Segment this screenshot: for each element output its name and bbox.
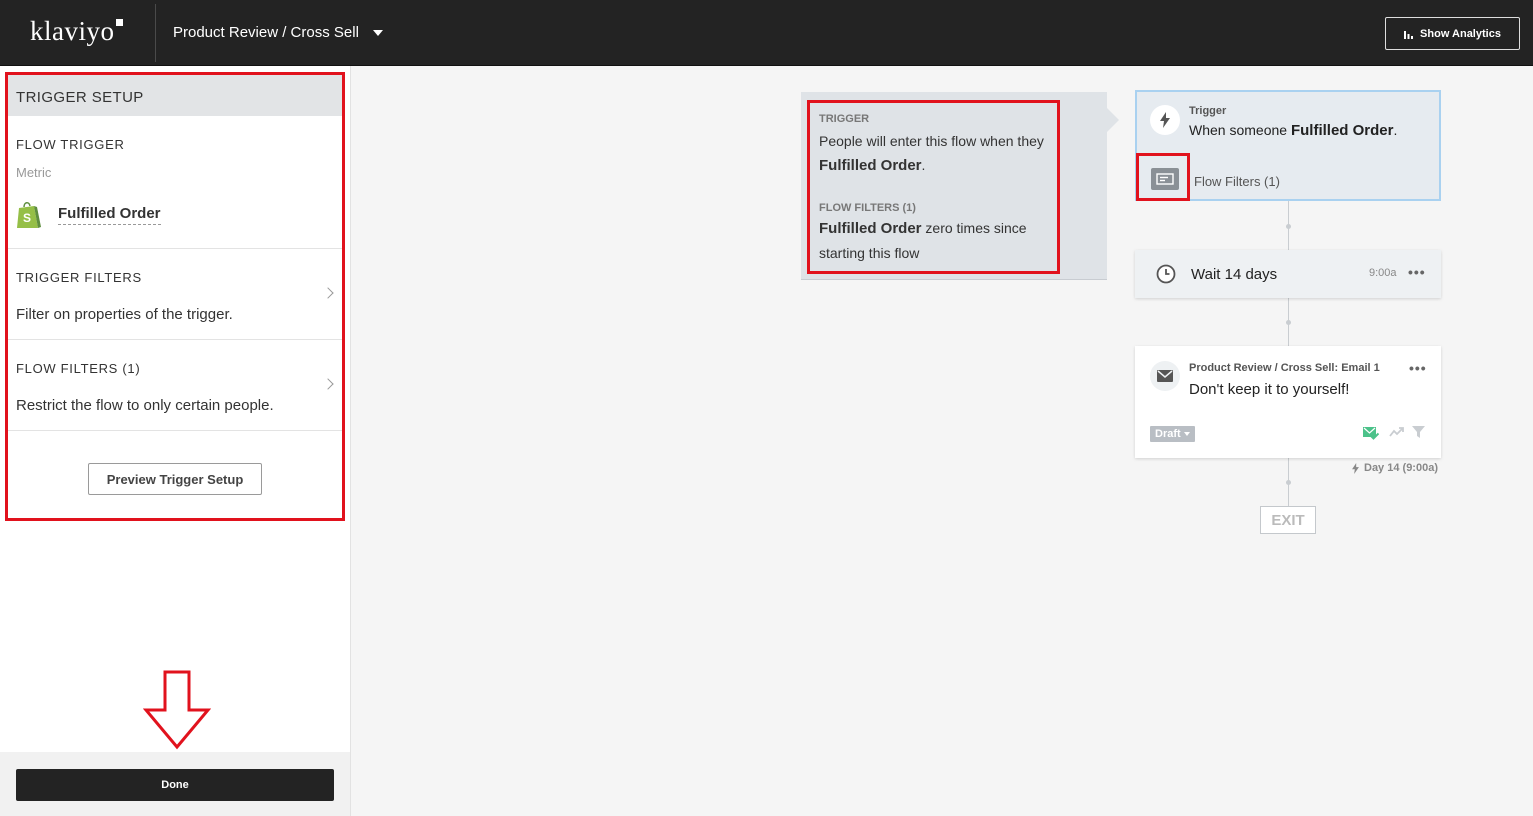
trigger-filters-title: TRIGGER FILTERS xyxy=(16,270,142,285)
trigger-tooltip: TRIGGER People will enter this flow when… xyxy=(801,92,1107,280)
flow-filters-link[interactable]: Flow Filters (1) xyxy=(1194,174,1280,189)
svg-text:S: S xyxy=(23,211,31,225)
flow-trigger-sub: Metric xyxy=(16,165,52,180)
caret-down-icon xyxy=(372,29,383,36)
down-arrow-annotation-icon xyxy=(143,670,211,750)
connector-dot[interactable] xyxy=(1286,480,1291,485)
wait-menu-button[interactable]: ••• xyxy=(1408,264,1426,280)
show-analytics-label: Show Analytics xyxy=(1420,27,1501,40)
show-analytics-button[interactable]: Show Analytics xyxy=(1385,17,1520,50)
flow-filters-section[interactable]: FLOW FILTERS (1) Restrict the flow to on… xyxy=(5,340,344,431)
connector-dot[interactable] xyxy=(1286,224,1291,229)
trigger-card[interactable]: Trigger When someone Fulfilled Order. Fl… xyxy=(1135,90,1441,201)
lightning-icon xyxy=(1150,105,1180,135)
lightning-icon xyxy=(1352,462,1359,474)
clock-icon xyxy=(1156,264,1176,284)
flow-filters-title: FLOW FILTERS (1) xyxy=(16,361,141,376)
chevron-right-icon xyxy=(322,287,334,299)
flow-filter-icon[interactable] xyxy=(1151,168,1179,190)
flow-name: Product Review / Cross Sell xyxy=(173,24,359,41)
logo-text: klaviyo xyxy=(30,16,115,46)
tooltip-pointer xyxy=(1107,108,1119,132)
panel-title: TRIGGER SETUP xyxy=(16,89,144,106)
flow-trigger-title: FLOW TRIGGER xyxy=(16,137,125,152)
trigger-card-pre: When someone xyxy=(1189,122,1291,138)
flow-filters-desc: Restrict the flow to only certain people… xyxy=(16,397,274,414)
trigger-filters-desc: Filter on properties of the trigger. xyxy=(16,306,233,323)
smart-send-icon[interactable] xyxy=(1389,427,1405,439)
tooltip-trigger-label: TRIGGER xyxy=(819,113,870,125)
trigger-setup-panel: TRIGGER SETUP FLOW TRIGGER Metric S Fulf… xyxy=(0,66,351,816)
trigger-card-text: When someone Fulfilled Order. xyxy=(1189,122,1397,139)
bar-chart-icon xyxy=(1404,30,1414,39)
klaviyo-logo[interactable]: klaviyo xyxy=(30,16,123,47)
trigger-card-bold: Fulfilled Order xyxy=(1290,122,1394,139)
connector-dot[interactable] xyxy=(1286,320,1291,325)
tooltip-trigger-text: People will enter this flow when they Fu… xyxy=(819,129,1055,178)
wait-card[interactable]: Wait 14 days 9:00a ••• xyxy=(1135,250,1441,298)
tooltip-filters-label: FLOW FILTERS (1) xyxy=(819,202,916,214)
tooltip-trigger-pre: People will enter this flow when they xyxy=(819,133,1044,149)
metric-name-link[interactable]: Fulfilled Order xyxy=(58,205,161,225)
tooltip-filters-bold: Fulfilled Order xyxy=(819,220,922,237)
preview-trigger-setup-button[interactable]: Preview Trigger Setup xyxy=(88,463,262,495)
chevron-right-icon xyxy=(322,378,334,390)
email-subject: Don't keep it to yourself! xyxy=(1189,381,1350,398)
panel-header: TRIGGER SETUP xyxy=(5,74,344,116)
email-card-label: Product Review / Cross Sell: Email 1 xyxy=(1189,362,1380,374)
shopify-bag-icon: S xyxy=(17,202,41,228)
trigger-filters-section[interactable]: TRIGGER FILTERS Filter on properties of … xyxy=(5,249,344,340)
wait-time: 9:00a xyxy=(1369,267,1397,279)
draft-label: Draft xyxy=(1155,428,1181,440)
wait-label: Wait 14 days xyxy=(1191,266,1278,283)
email-menu-button[interactable]: ••• xyxy=(1409,360,1427,376)
email-card[interactable]: Product Review / Cross Sell: Email 1 Don… xyxy=(1135,346,1441,458)
tooltip-trigger-post: . xyxy=(921,157,926,173)
done-bar: Done xyxy=(0,752,350,816)
tooltip-filters-text: Fulfilled Order zero times since startin… xyxy=(819,216,1055,265)
caret-down-icon xyxy=(1183,432,1190,436)
trigger-card-post: . xyxy=(1393,122,1398,138)
done-button[interactable]: Done xyxy=(16,769,334,801)
exit-node: EXIT xyxy=(1260,506,1316,534)
logo-flag-icon xyxy=(115,19,123,26)
trigger-card-label: Trigger xyxy=(1189,105,1227,117)
day-label: Day 14 (9:00a) xyxy=(1351,462,1438,474)
day-label-text: Day 14 (9:00a) xyxy=(1364,462,1438,474)
envelope-icon xyxy=(1150,361,1180,391)
tooltip-trigger-bold: Fulfilled Order xyxy=(819,157,922,174)
email-check-icon[interactable] xyxy=(1363,426,1379,440)
draft-status-dropdown[interactable]: Draft xyxy=(1150,426,1195,442)
flow-name-dropdown[interactable]: Product Review / Cross Sell xyxy=(173,24,383,41)
trigger-metric[interactable]: S Fulfilled Order xyxy=(15,200,161,230)
top-bar: klaviyo Product Review / Cross Sell Show… xyxy=(0,0,1533,66)
filter-funnel-icon[interactable] xyxy=(1412,426,1425,439)
topbar-divider xyxy=(155,4,156,62)
